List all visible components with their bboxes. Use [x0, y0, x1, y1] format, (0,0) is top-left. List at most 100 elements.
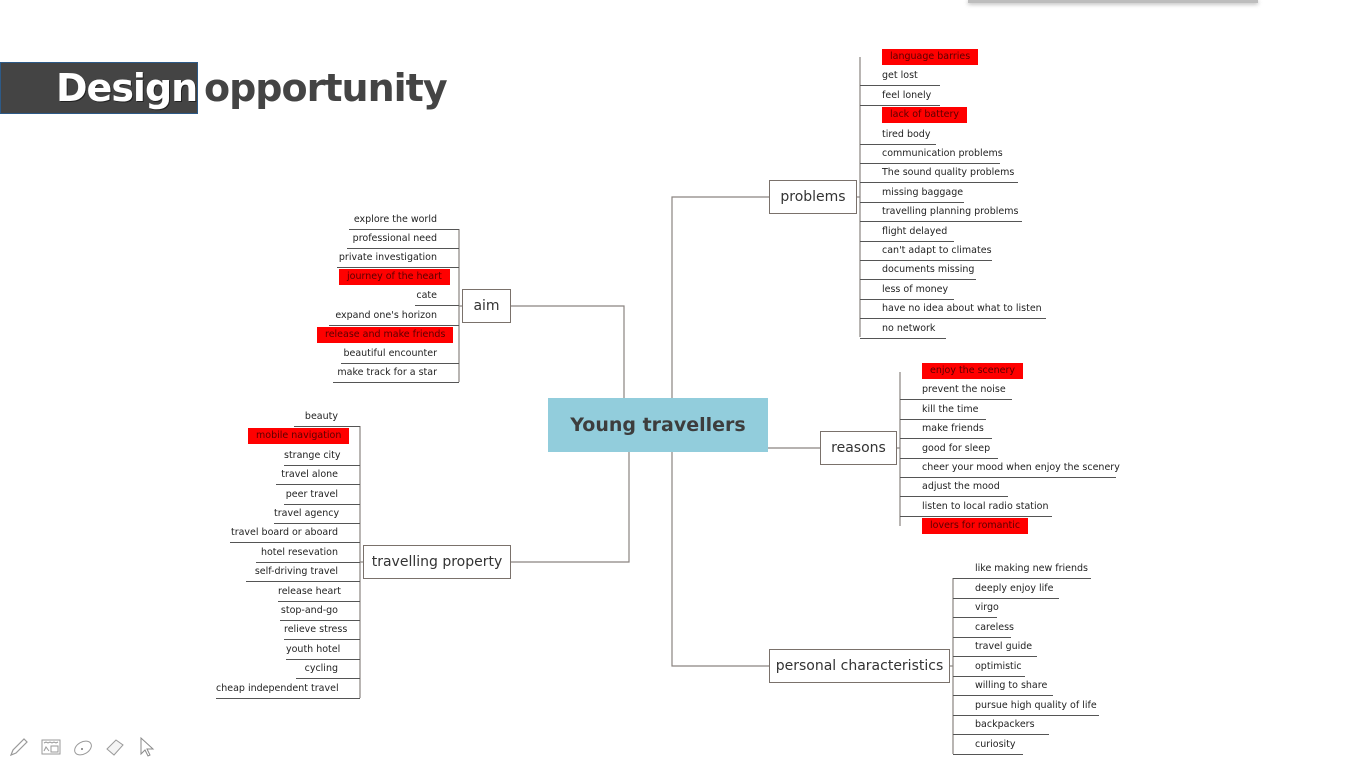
leaf-label: cate [416, 290, 437, 302]
leaf-problems[interactable]: less of money [860, 281, 954, 300]
leaf-reasons[interactable]: listen to local radio station [900, 498, 1052, 517]
leaf-problems[interactable]: tired body [860, 126, 936, 145]
leaf-aim[interactable]: expand one's horizon [329, 307, 459, 326]
leaf-label: like making new friends [975, 563, 1088, 574]
leaf-reasons[interactable]: lovers for romantic [900, 517, 1029, 536]
leaf-travelling-property[interactable]: travel agency [274, 505, 360, 524]
leaf-personal-characteristics[interactable]: careless [953, 619, 1014, 638]
leaf-travelling-property[interactable]: peer travel [284, 486, 360, 505]
leaf-label: lovers for romantic [922, 518, 1029, 535]
leaf-travelling-property[interactable]: travel alone [276, 466, 360, 486]
leaf-aim[interactable]: professional need [347, 230, 459, 250]
leaf-travelling-property[interactable]: cycling [296, 660, 360, 680]
leaf-travelling-property[interactable]: travel board or aboard [230, 524, 360, 544]
leaf-problems[interactable]: communication problems [860, 145, 1003, 164]
leaf-label: private investigation [338, 252, 437, 264]
leaf-travelling-property[interactable]: self-driving travel [246, 563, 360, 583]
leaf-label: curiosity [975, 738, 1016, 750]
leaf-aim[interactable]: cate [415, 287, 459, 307]
leaf-label: enjoy the scenery [922, 363, 1023, 379]
leaf-travelling-property[interactable]: mobile navigation [248, 427, 360, 446]
branch-reasons[interactable]: reasons [820, 431, 897, 465]
leaf-aim[interactable]: private investigation [337, 249, 459, 269]
leaf-label: mobile navigation [248, 428, 350, 445]
leaf-reasons[interactable]: cheer your mood when enjoy the scenery [900, 459, 1120, 478]
leaf-aim[interactable]: release and make friends [317, 326, 459, 345]
leaf-reasons[interactable]: make friends [900, 420, 992, 440]
leaf-problems[interactable]: language barries [860, 48, 979, 67]
leaf-label: travelling planning problems [882, 206, 1019, 218]
connector-aim [511, 305, 625, 398]
connector-travelling-property [511, 452, 630, 563]
leaf-travelling-property[interactable]: strange city [284, 447, 360, 466]
leaf-label: pursue high quality of life [975, 699, 1097, 711]
slide-sorter-icon[interactable] [40, 735, 62, 759]
leaf-label: make track for a star [337, 366, 437, 378]
leaf-label: can't adapt to climates [882, 245, 992, 256]
leaf-personal-characteristics[interactable]: virgo [953, 599, 999, 618]
leaf-travelling-property[interactable]: youth hotel [286, 641, 360, 660]
leaf-travelling-property[interactable]: release heart [278, 583, 360, 602]
spotlight-icon[interactable] [72, 735, 94, 759]
eraser-icon[interactable] [104, 735, 126, 759]
leaf-problems[interactable]: travelling planning problems [860, 203, 1022, 223]
pen-icon[interactable] [8, 735, 30, 759]
leaf-reasons[interactable]: good for sleep [900, 440, 998, 459]
leaf-personal-characteristics[interactable]: travel guide [953, 638, 1037, 657]
leaf-personal-characteristics[interactable]: optimistic [953, 658, 1025, 677]
leaf-reasons[interactable]: adjust the mood [900, 478, 1008, 498]
leaf-problems[interactable]: missing baggage [860, 184, 964, 203]
leaf-aim[interactable]: make track for a star [333, 364, 459, 383]
leaf-problems[interactable]: flight delayed [860, 223, 954, 242]
leaf-problems[interactable]: no network [860, 320, 946, 339]
leaf-label: relieve stress [284, 624, 348, 636]
leaf-problems[interactable]: The sound quality problems [860, 164, 1018, 184]
leaf-personal-characteristics[interactable]: willing to share [953, 677, 1053, 696]
leaf-personal-characteristics[interactable]: deeply enjoy life [953, 580, 1059, 599]
leaf-travelling-property[interactable]: hotel resevation [256, 544, 360, 563]
leaf-problems[interactable]: can't adapt to climates [860, 242, 992, 261]
central-topic[interactable]: Young travellers [548, 398, 768, 452]
leaf-travelling-property[interactable]: cheap independent travel [216, 680, 360, 699]
leaf-label: cycling [304, 663, 338, 675]
pointer-icon[interactable] [136, 735, 158, 759]
leaf-personal-characteristics[interactable]: pursue high quality of life [953, 697, 1099, 716]
leaf-label: no network [882, 322, 936, 334]
leaf-label: have no idea about what to listen [882, 303, 1042, 315]
leaf-personal-characteristics[interactable]: curiosity [953, 736, 1023, 755]
leaf-label: travel guide [975, 641, 1033, 652]
branch-aim[interactable]: aim [462, 289, 511, 323]
leaf-aim[interactable]: journey of the heart [339, 268, 459, 287]
leaf-aim[interactable]: beautiful encounter [341, 345, 459, 364]
leaf-travelling-property[interactable]: beauty [294, 408, 360, 427]
leaf-label: explore the world [353, 214, 437, 225]
leaf-label: expand one's horizon [335, 309, 437, 321]
leaf-problems[interactable]: have no idea about what to listen [860, 300, 1046, 320]
leaf-problems[interactable]: documents missing [860, 261, 976, 281]
leaf-personal-characteristics[interactable]: backpackers [953, 716, 1049, 735]
leaf-label: self-driving travel [254, 566, 338, 578]
leaf-label: professional need [352, 233, 437, 245]
branch-problems[interactable]: problems [769, 180, 857, 214]
leaf-aim[interactable]: explore the world [349, 211, 459, 230]
leaf-label: stop-and-go [280, 605, 338, 616]
leaf-travelling-property[interactable]: relieve stress [284, 621, 360, 641]
branch-personal-characteristics[interactable]: personal characteristics [769, 649, 950, 683]
leaf-problems[interactable]: lack of battery [860, 106, 968, 125]
leaf-label: travel alone [281, 469, 338, 481]
leaf-label: cheap independent travel [216, 682, 339, 694]
leaf-reasons[interactable]: kill the time [900, 401, 986, 420]
leaf-label: release heart [278, 585, 341, 597]
leaf-travelling-property[interactable]: stop-and-go [280, 602, 360, 621]
leaf-problems[interactable]: get lost [860, 67, 940, 87]
leaf-label: travel board or aboard [230, 527, 338, 539]
leaf-reasons[interactable]: enjoy the scenery [900, 362, 1023, 381]
leaf-label: backpackers [975, 719, 1035, 730]
leaf-reasons[interactable]: prevent the noise [900, 381, 1012, 401]
leaf-problems[interactable]: feel lonely [860, 87, 940, 106]
branch-travelling-property[interactable]: travelling property [363, 545, 511, 579]
leaf-label: kill the time [922, 403, 979, 415]
leaf-personal-characteristics[interactable]: like making new friends [953, 560, 1091, 579]
leaf-label: flight delayed [882, 225, 948, 237]
leaf-label: careless [975, 621, 1014, 633]
